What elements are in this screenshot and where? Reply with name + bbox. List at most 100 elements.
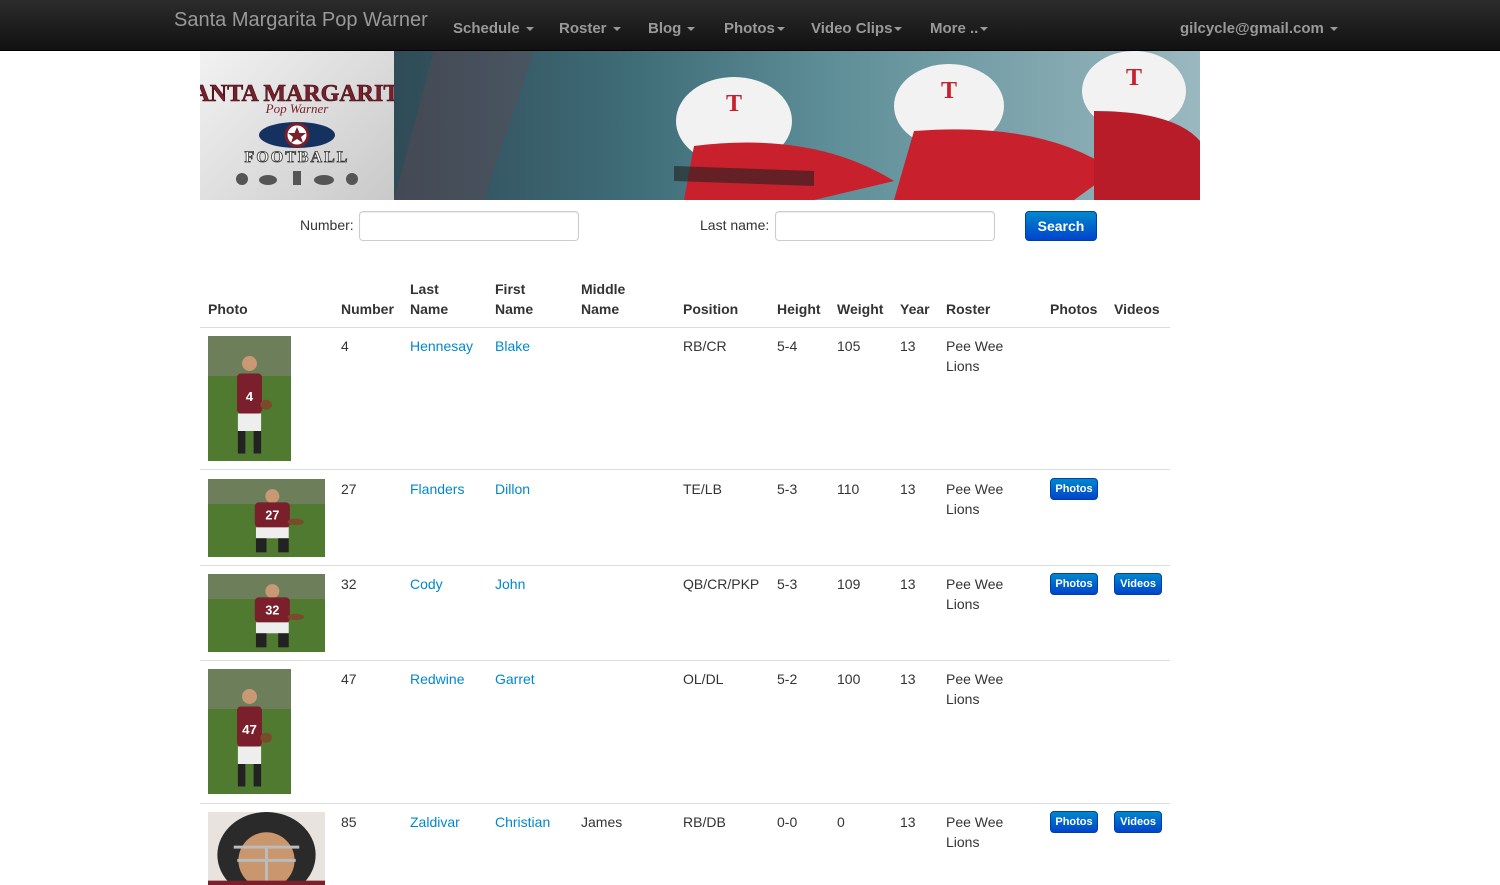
header-weight: Weight (837, 301, 884, 317)
player-photo-thumbnail[interactable]: 4 (208, 336, 291, 461)
cell-height: 5-3 (777, 481, 798, 497)
nav-video-clips-label: Video Clips (811, 20, 893, 37)
cell-height: 5-3 (777, 576, 798, 592)
nav-schedule-label: Schedule (453, 20, 520, 37)
caret-down-icon (776, 27, 785, 31)
cell-first-name[interactable]: Christian (495, 812, 550, 832)
nav-more-label: More .. (930, 20, 979, 37)
photos-button[interactable]: Photos (1050, 478, 1098, 500)
caret-down-icon (1329, 27, 1338, 31)
svg-text:T: T (726, 91, 742, 117)
cell-roster-line2: Lions (946, 834, 980, 850)
banner-players-image: T T T (394, 51, 1200, 200)
header-photos: Photos (1050, 301, 1098, 317)
cell-last-name[interactable]: Cody (410, 574, 443, 594)
cell-number: 32 (341, 576, 357, 592)
header-last-name-line2: Name (410, 301, 449, 317)
nav-photos-label: Photos (724, 20, 775, 37)
number-input[interactable] (359, 211, 579, 241)
table-divider (200, 469, 1170, 470)
header-roster: Roster (946, 301, 991, 317)
caret-down-icon (687, 27, 696, 31)
videos-button[interactable]: Videos (1114, 573, 1162, 595)
svg-text:4: 4 (246, 389, 254, 404)
cell-roster-line1: Pee Wee (946, 481, 1004, 497)
nav-blog-dropdown[interactable]: Blog (648, 20, 696, 37)
cell-height: 5-4 (777, 338, 798, 354)
svg-text:27: 27 (265, 509, 279, 523)
nav-video-clips-dropdown[interactable]: Video Clips (811, 20, 903, 37)
cell-last-name[interactable]: Redwine (410, 669, 464, 689)
cell-number: 47 (341, 671, 357, 687)
nav-blog-label: Blog (648, 20, 682, 37)
nav-photos-dropdown[interactable]: Photos (724, 20, 785, 37)
team-mascot-icons (236, 171, 358, 185)
cell-first-name[interactable]: John (495, 574, 525, 594)
logo-text-football: FOOTBALL (245, 149, 350, 166)
svg-text:32: 32 (265, 604, 279, 618)
cell-roster-line2: Lions (946, 358, 980, 374)
cell-weight: 110 (837, 481, 860, 497)
cell-first-name[interactable]: Garret (495, 669, 535, 689)
header-number: Number (341, 301, 394, 317)
cell-last-name[interactable]: Hennesay (410, 336, 473, 356)
nav-schedule-dropdown[interactable]: Schedule (453, 20, 534, 37)
player-photo-thumbnail[interactable] (208, 812, 325, 885)
header-middle-name-line1: Middle (581, 281, 626, 297)
cell-position: QB/CR/PKP (683, 576, 760, 592)
cell-position: OL/DL (683, 671, 724, 687)
cell-weight: 109 (837, 576, 861, 592)
cell-first-name[interactable]: Dillon (495, 479, 530, 499)
svg-text:T: T (1126, 65, 1142, 91)
header-year: Year (900, 301, 930, 317)
header-photo: Photo (208, 301, 248, 317)
cell-year: 13 (900, 576, 916, 592)
cell-roster-line2: Lions (946, 501, 980, 517)
table-divider (200, 565, 1170, 566)
header-position: Position (683, 301, 739, 317)
team-logo-graphic: SANTA MARGARITA Pop Warner FOOTBALL (200, 81, 416, 185)
header-last-name-line1: Last (410, 281, 439, 297)
last-name-label: Last name: (700, 217, 770, 233)
nav-more-dropdown[interactable]: More .. (930, 20, 989, 37)
cell-position: TE/LB (683, 481, 722, 497)
table-divider (200, 803, 1170, 804)
nav-roster-dropdown[interactable]: Roster (559, 20, 621, 37)
cell-last-name[interactable]: Zaldivar (410, 812, 460, 832)
cell-roster-line1: Pee Wee (946, 814, 1004, 830)
cell-last-name[interactable]: Flanders (410, 479, 464, 499)
caret-down-icon (612, 27, 621, 31)
player-photo-thumbnail[interactable]: 27 (208, 479, 325, 557)
cell-roster-line1: Pee Wee (946, 338, 1004, 354)
cell-year: 13 (900, 671, 916, 687)
brand-link[interactable]: Santa Margarita Pop Warner (174, 9, 428, 32)
caret-down-icon (894, 27, 903, 31)
cell-roster-line1: Pee Wee (946, 576, 1004, 592)
nav-roster-label: Roster (559, 20, 607, 37)
photos-button[interactable]: Photos (1050, 811, 1098, 833)
last-name-input[interactable] (775, 211, 995, 241)
header-first-name-line1: First (495, 281, 526, 297)
player-photo-thumbnail[interactable]: 47 (208, 669, 291, 794)
cell-height: 5-2 (777, 671, 798, 687)
videos-button[interactable]: Videos (1114, 811, 1162, 833)
header-height: Height (777, 301, 821, 317)
caret-down-icon (525, 27, 534, 31)
top-navbar: Santa Margarita Pop Warner Schedule Rost… (0, 0, 1500, 51)
number-label: Number: (300, 217, 354, 233)
cell-first-name[interactable]: Blake (495, 336, 530, 356)
search-button[interactable]: Search (1025, 211, 1097, 241)
cell-roster-line2: Lions (946, 691, 980, 707)
cell-position: RB/CR (683, 338, 727, 354)
cell-position: RB/DB (683, 814, 726, 830)
cell-middle-name: James (581, 814, 623, 830)
cell-number: 4 (341, 338, 349, 354)
cell-weight: 100 (837, 671, 861, 687)
header-first-name-line2: Name (495, 301, 534, 317)
cell-number: 85 (341, 814, 357, 830)
svg-text:T: T (941, 78, 957, 104)
player-photo-thumbnail[interactable]: 32 (208, 574, 325, 652)
header-banner: SANTA MARGARITA Pop Warner FOOTBALL (200, 51, 1200, 200)
user-account-dropdown[interactable]: gilcycle@gmail.com (1180, 20, 1338, 37)
photos-button[interactable]: Photos (1050, 573, 1098, 595)
